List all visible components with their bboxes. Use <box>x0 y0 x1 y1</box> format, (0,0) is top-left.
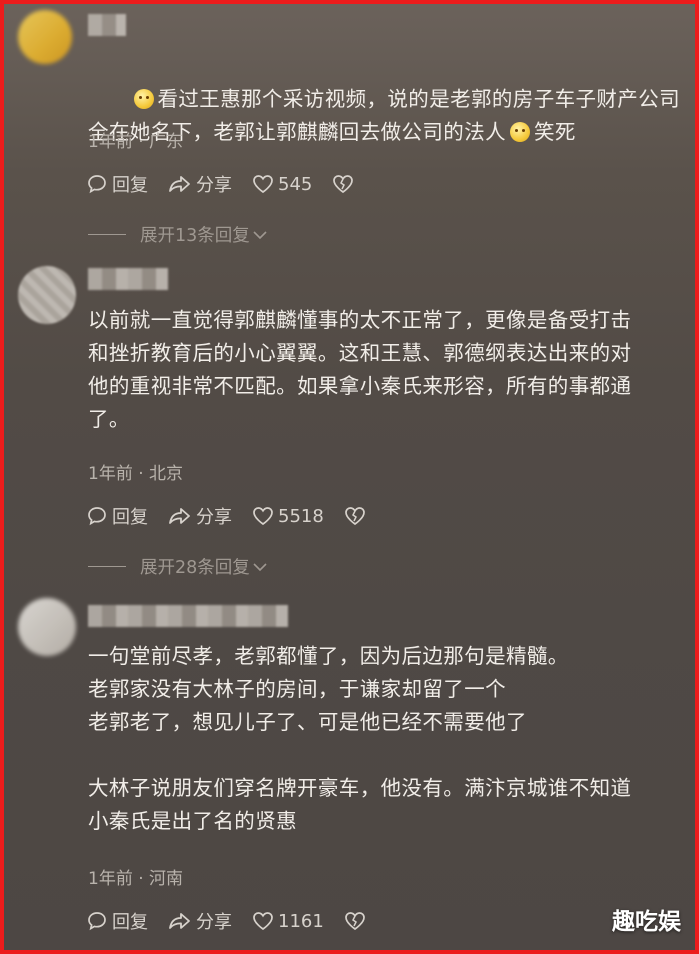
time-location: 1年前 · 广东 <box>88 132 184 152</box>
time-location: 1年前 · 河南 <box>88 869 184 889</box>
share-button[interactable]: 分享 <box>168 503 232 529</box>
watermark: 趣吃娱 <box>612 909 681 935</box>
avatar[interactable] <box>18 266 76 324</box>
share-arrow-icon <box>169 176 190 192</box>
expand-replies-button[interactable]: 展开13条回复 <box>88 222 267 247</box>
comment-feed: 看过王惠那个采访视频，说的是老郭的房子车子财产公司 全在她名下，老郭让郭麒麟回去… <box>0 0 699 954</box>
divider-line <box>88 234 126 235</box>
comment-text: 以前就一直觉得郭麒麟懂事的太不正常了，更像是备受打击 和挫折教育后的小心翼翼。这… <box>88 308 632 431</box>
broken-heart-icon <box>333 175 354 194</box>
avatar[interactable] <box>18 598 76 656</box>
avatar[interactable] <box>18 10 72 64</box>
comment-bubble-icon <box>88 912 106 931</box>
broken-heart-icon <box>344 507 365 526</box>
action-bar: 回复 分享 545 <box>86 171 378 197</box>
like-button[interactable]: 545 <box>252 174 312 195</box>
broken-heart-icon <box>344 912 365 931</box>
heart-icon <box>253 507 273 526</box>
comment-text: 看过王惠那个采访视频，说的是老郭的房子车子财产公司 全在她名下，老郭让郭麒麟回去… <box>88 87 680 144</box>
dislike-button[interactable] <box>344 911 370 931</box>
action-bar: 回复 分享 5518 <box>86 503 390 529</box>
share-button[interactable]: 分享 <box>168 171 232 197</box>
reply-button[interactable]: 回复 <box>86 503 148 529</box>
time-location: 1年前 · 北京 <box>88 464 184 484</box>
comment-bubble-icon <box>88 175 106 194</box>
share-arrow-icon <box>169 508 190 524</box>
chevron-down-icon <box>253 230 267 239</box>
expand-replies-button[interactable]: 展开28条回复 <box>88 554 267 579</box>
blush-emoji-icon <box>510 122 530 142</box>
smile-emoji-icon <box>133 89 154 109</box>
username-blurred[interactable] <box>88 268 168 290</box>
action-bar: 回复 分享 1161 <box>86 908 390 934</box>
heart-icon <box>253 912 273 931</box>
share-button[interactable]: 分享 <box>168 908 232 934</box>
chevron-down-icon <box>253 562 267 571</box>
heart-icon <box>253 175 273 194</box>
dislike-button[interactable] <box>332 174 358 194</box>
reply-button[interactable]: 回复 <box>86 908 148 934</box>
comment-bubble-icon <box>88 507 106 526</box>
divider-line <box>88 566 126 567</box>
reply-button[interactable]: 回复 <box>86 171 148 197</box>
dislike-button[interactable] <box>344 506 370 526</box>
like-button[interactable]: 5518 <box>252 506 324 527</box>
username-blurred[interactable] <box>88 14 126 36</box>
comment-text: 一句堂前尽孝，老郭都懂了，因为后边那句是精髓。 老郭家没有大林子的房间，于谦家却… <box>88 644 632 833</box>
username-blurred[interactable] <box>88 605 288 627</box>
like-button[interactable]: 1161 <box>252 911 324 932</box>
share-arrow-icon <box>169 913 190 929</box>
